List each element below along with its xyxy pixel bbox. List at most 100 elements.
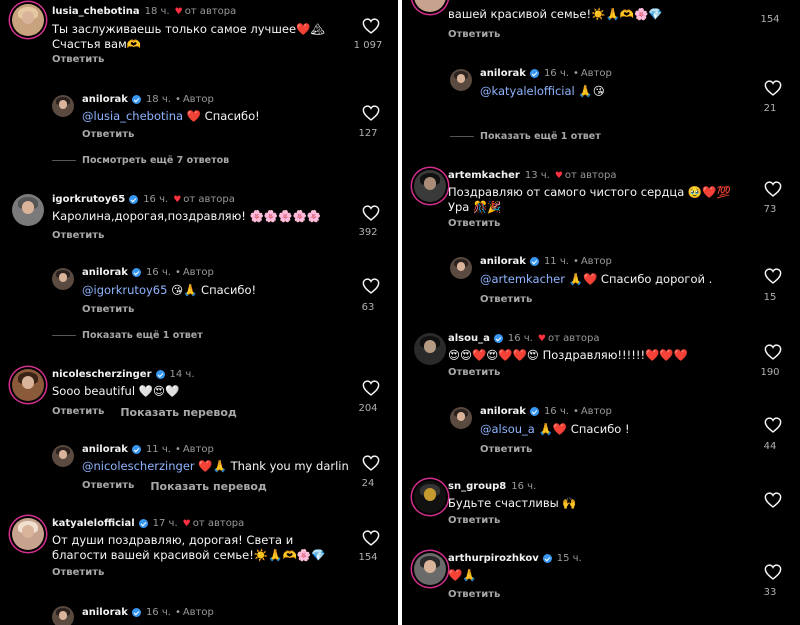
like-count: 154 xyxy=(358,552,378,563)
mention-link[interactable]: @lusia_chebotina xyxy=(82,109,183,123)
author-liked-label: от автора xyxy=(192,518,245,529)
username[interactable]: anilorak xyxy=(480,68,526,79)
heart-outline-icon[interactable] xyxy=(764,181,782,197)
verified-badge-icon xyxy=(131,445,141,454)
reply-button[interactable]: Ответить xyxy=(82,129,134,140)
reply-button[interactable]: Ответить xyxy=(448,589,500,600)
avatar[interactable] xyxy=(414,170,446,202)
reply-button[interactable]: Ответить xyxy=(82,480,134,493)
timestamp: 15 ч. xyxy=(556,553,582,564)
reply-button[interactable]: Ответить xyxy=(448,218,500,229)
mention-link[interactable]: @igorkrutoy65 xyxy=(82,283,167,297)
verified-badge-icon xyxy=(529,69,539,78)
mention-link[interactable]: @katyalelofficial xyxy=(480,84,575,98)
like-count: 190 xyxy=(760,367,780,378)
verified-badge-icon xyxy=(529,257,539,266)
comment-actions: Ответить xyxy=(448,515,500,526)
heart-outline-icon[interactable] xyxy=(362,205,380,221)
heart-outline-icon[interactable] xyxy=(362,455,380,471)
mention-link[interactable]: @nicolescherzinger xyxy=(82,459,195,473)
author-heart-icon: ♥ xyxy=(554,170,563,181)
username[interactable]: igorkrutoy65 xyxy=(52,194,125,205)
comment-header: lusia_chebotina 18 ч. ♥ от автора xyxy=(52,6,236,17)
username[interactable]: anilorak xyxy=(480,406,526,417)
heart-outline-icon[interactable] xyxy=(362,278,380,294)
heart-outline-icon[interactable] xyxy=(764,344,782,360)
comment-text: @lusia_chebotina ❤️ Спасибо! xyxy=(82,109,348,124)
reply-button[interactable]: Ответить xyxy=(448,367,500,378)
username[interactable]: lusia_chebotina xyxy=(52,6,140,17)
show-translation-button[interactable]: Показать перевод xyxy=(150,480,266,493)
timestamp: 16 ч. xyxy=(145,267,171,278)
reply-button[interactable]: Ответить xyxy=(480,294,532,305)
avatar[interactable] xyxy=(12,4,44,36)
like-count: 127 xyxy=(358,128,378,139)
comment-actions: Ответить xyxy=(448,29,500,40)
heart-outline-icon[interactable] xyxy=(764,268,782,284)
reply-button[interactable]: Ответить xyxy=(448,29,500,40)
heart-outline-icon[interactable] xyxy=(764,492,782,508)
avatar[interactable] xyxy=(414,0,446,12)
timestamp: 16 ч. xyxy=(145,607,171,618)
avatar[interactable] xyxy=(450,69,472,91)
heart-outline-icon[interactable] xyxy=(764,80,782,96)
avatar[interactable] xyxy=(450,257,472,279)
timestamp: 16 ч. xyxy=(143,194,169,205)
reply-button[interactable]: Ответить xyxy=(52,406,104,419)
comment-actions: Ответить xyxy=(82,304,134,315)
reply-button[interactable]: Ответить xyxy=(480,444,532,455)
show-translation-button[interactable]: Показать перевод xyxy=(120,406,236,419)
avatar[interactable] xyxy=(12,369,44,401)
reply-button[interactable]: Ответить xyxy=(82,304,134,315)
username[interactable]: nicolescherzinger xyxy=(52,369,152,380)
comment-header: anilorak 16 ч. • Автор xyxy=(82,607,214,618)
username[interactable]: anilorak xyxy=(82,267,128,278)
like-count: 24 xyxy=(361,478,375,489)
reply-text: ❤️🙏 Thank you my darling ... xyxy=(198,459,348,473)
reply-button[interactable]: Ответить xyxy=(52,567,104,578)
mention-link[interactable]: @artemkacher xyxy=(480,272,565,286)
heart-outline-icon[interactable] xyxy=(362,105,380,121)
show-more-replies-button[interactable]: Показать ещё 1 ответ xyxy=(450,131,601,142)
like-count: 204 xyxy=(358,403,378,414)
comment-text: @igorkrutoy65 😘🙏 Спасибо! xyxy=(82,283,348,298)
heart-outline-icon[interactable] xyxy=(362,530,380,546)
username[interactable]: anilorak xyxy=(82,607,128,618)
avatar[interactable] xyxy=(52,445,74,467)
reply-button[interactable]: Ответить xyxy=(52,54,104,65)
heart-outline-icon[interactable] xyxy=(764,564,782,580)
comment-actions: Ответить Показать перевод xyxy=(52,406,237,419)
reply-text: 😘🙏 Спасибо! xyxy=(167,283,257,297)
username[interactable]: artemkacher xyxy=(448,170,520,181)
username[interactable]: anilorak xyxy=(82,94,128,105)
avatar[interactable] xyxy=(414,333,446,365)
username[interactable]: anilorak xyxy=(82,444,128,455)
username[interactable]: katyalelofficial xyxy=(52,518,135,529)
avatar[interactable] xyxy=(12,518,44,550)
view-more-replies-button[interactable]: Посмотреть ещё 7 ответов xyxy=(52,155,229,166)
avatar[interactable] xyxy=(414,481,446,513)
comment-text: Будьте счастливы 🙌 xyxy=(448,496,577,510)
username[interactable]: arthurpirozhkov xyxy=(448,553,539,564)
verified-badge-icon xyxy=(131,95,141,104)
reply-button[interactable]: Ответить xyxy=(448,515,500,526)
show-more-replies-button[interactable]: Показать ещё 1 ответ xyxy=(52,330,203,341)
avatar[interactable] xyxy=(414,553,446,585)
avatar[interactable] xyxy=(52,95,74,117)
heart-outline-icon[interactable] xyxy=(362,380,380,396)
timestamp: 16 ч. xyxy=(507,333,533,344)
heart-outline-icon[interactable] xyxy=(362,18,380,34)
mention-link[interactable]: @alsou_a xyxy=(480,422,535,436)
comment-text: От души поздравляю, дорогая! Света и бла… xyxy=(52,533,326,562)
username[interactable]: alsou_a xyxy=(448,333,490,344)
username[interactable]: anilorak xyxy=(480,256,526,267)
username[interactable]: sn_group8 xyxy=(448,481,506,492)
avatar[interactable] xyxy=(52,606,74,625)
comment-actions: Ответить xyxy=(52,230,104,241)
avatar[interactable] xyxy=(52,268,74,290)
avatar[interactable] xyxy=(450,407,472,429)
reply-button[interactable]: Ответить xyxy=(52,230,104,241)
timestamp: 16 ч. xyxy=(543,406,569,417)
heart-outline-icon[interactable] xyxy=(764,417,782,433)
avatar[interactable] xyxy=(12,194,44,226)
